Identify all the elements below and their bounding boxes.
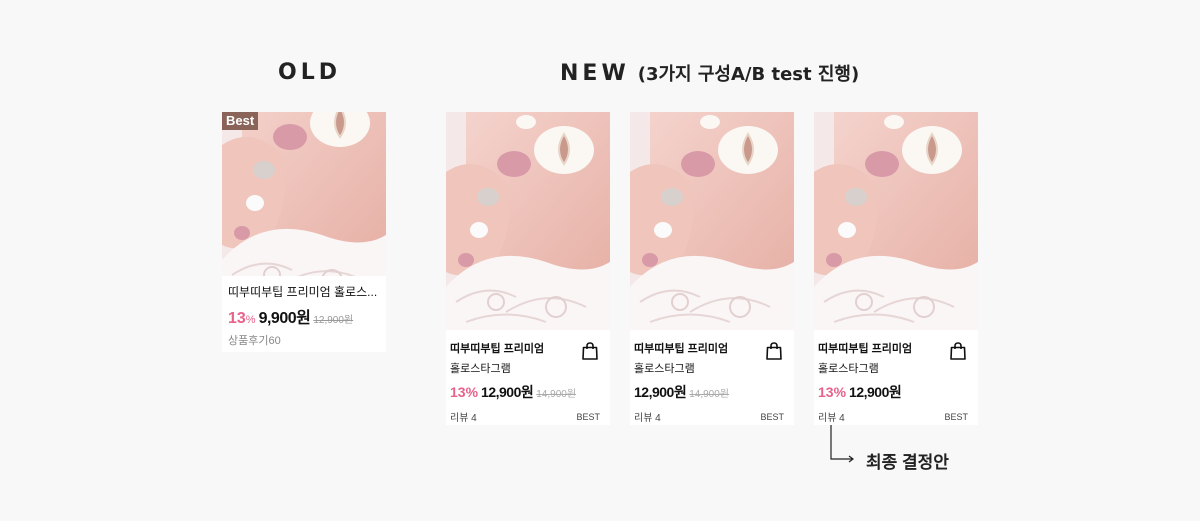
product-image[interactable] (630, 112, 794, 330)
original-price: 14,900원 (536, 389, 577, 400)
old-product-card[interactable]: Best 띠부띠부팁 프리미엄 홀로스... 13% 9,900원 12,900… (222, 112, 386, 352)
best-badge: BEST (944, 411, 968, 422)
review-count: 리뷰 4 (450, 413, 477, 424)
review-count: 리뷰 4 (634, 413, 661, 424)
review-count: 리뷰 4 (818, 413, 845, 424)
discount-rate: 13% (228, 310, 256, 327)
product-image[interactable] (446, 112, 610, 330)
shopping-bag-icon[interactable] (582, 342, 598, 360)
shopping-bag-icon[interactable] (766, 342, 782, 360)
discount-rate: 13% (818, 384, 847, 400)
new-section-title: NEW (3가지 구성A/B test 진행) (560, 60, 859, 86)
sale-price: 12,900원 (481, 384, 534, 400)
product-name-line2[interactable]: 홀로스타그램 (634, 360, 790, 376)
product-name-line2[interactable]: 홀로스타그램 (450, 360, 606, 376)
product-name-line2[interactable]: 홀로스타그램 (818, 360, 974, 376)
product-image[interactable] (814, 112, 978, 330)
corner-arrow-icon (830, 425, 854, 463)
sale-price: 12,900원 (634, 384, 687, 400)
new-product-card-3[interactable]: 띠부띠부팁 프리미엄 홀로스타그램 13% 12,900원 리뷰 4 BEST (814, 112, 978, 425)
best-badge: BEST (576, 411, 600, 422)
old-section-title: OLD (278, 60, 341, 85)
best-badge: BEST (760, 411, 784, 422)
shopping-bag-icon[interactable] (950, 342, 966, 360)
product-name[interactable]: 띠부띠부팁 프리미엄 홀로스... (228, 283, 380, 300)
new-subtitle: (3가지 구성A/B test 진행) (637, 64, 860, 85)
best-badge: Best (222, 112, 259, 130)
sale-price: 12,900원 (849, 384, 902, 400)
product-image[interactable]: Best (222, 112, 386, 276)
new-product-card-1[interactable]: 띠부띠부팁 프리미엄 홀로스타그램 13% 12,900원 14,900원 리뷰… (446, 112, 610, 425)
original-price: 12,900원 (313, 315, 354, 326)
original-price: 14,900원 (689, 389, 729, 400)
discount-rate: 13% (450, 384, 479, 400)
new-title: NEW (560, 61, 630, 86)
sale-price: 9,900원 (258, 310, 311, 327)
review-count: 상품후기60 (228, 335, 281, 347)
final-decision-label: 최종 결정안 (866, 453, 949, 472)
new-product-card-2[interactable]: 띠부띠부팁 프리미엄 홀로스타그램 12,900원 14,900원 리뷰 4 B… (630, 112, 794, 425)
